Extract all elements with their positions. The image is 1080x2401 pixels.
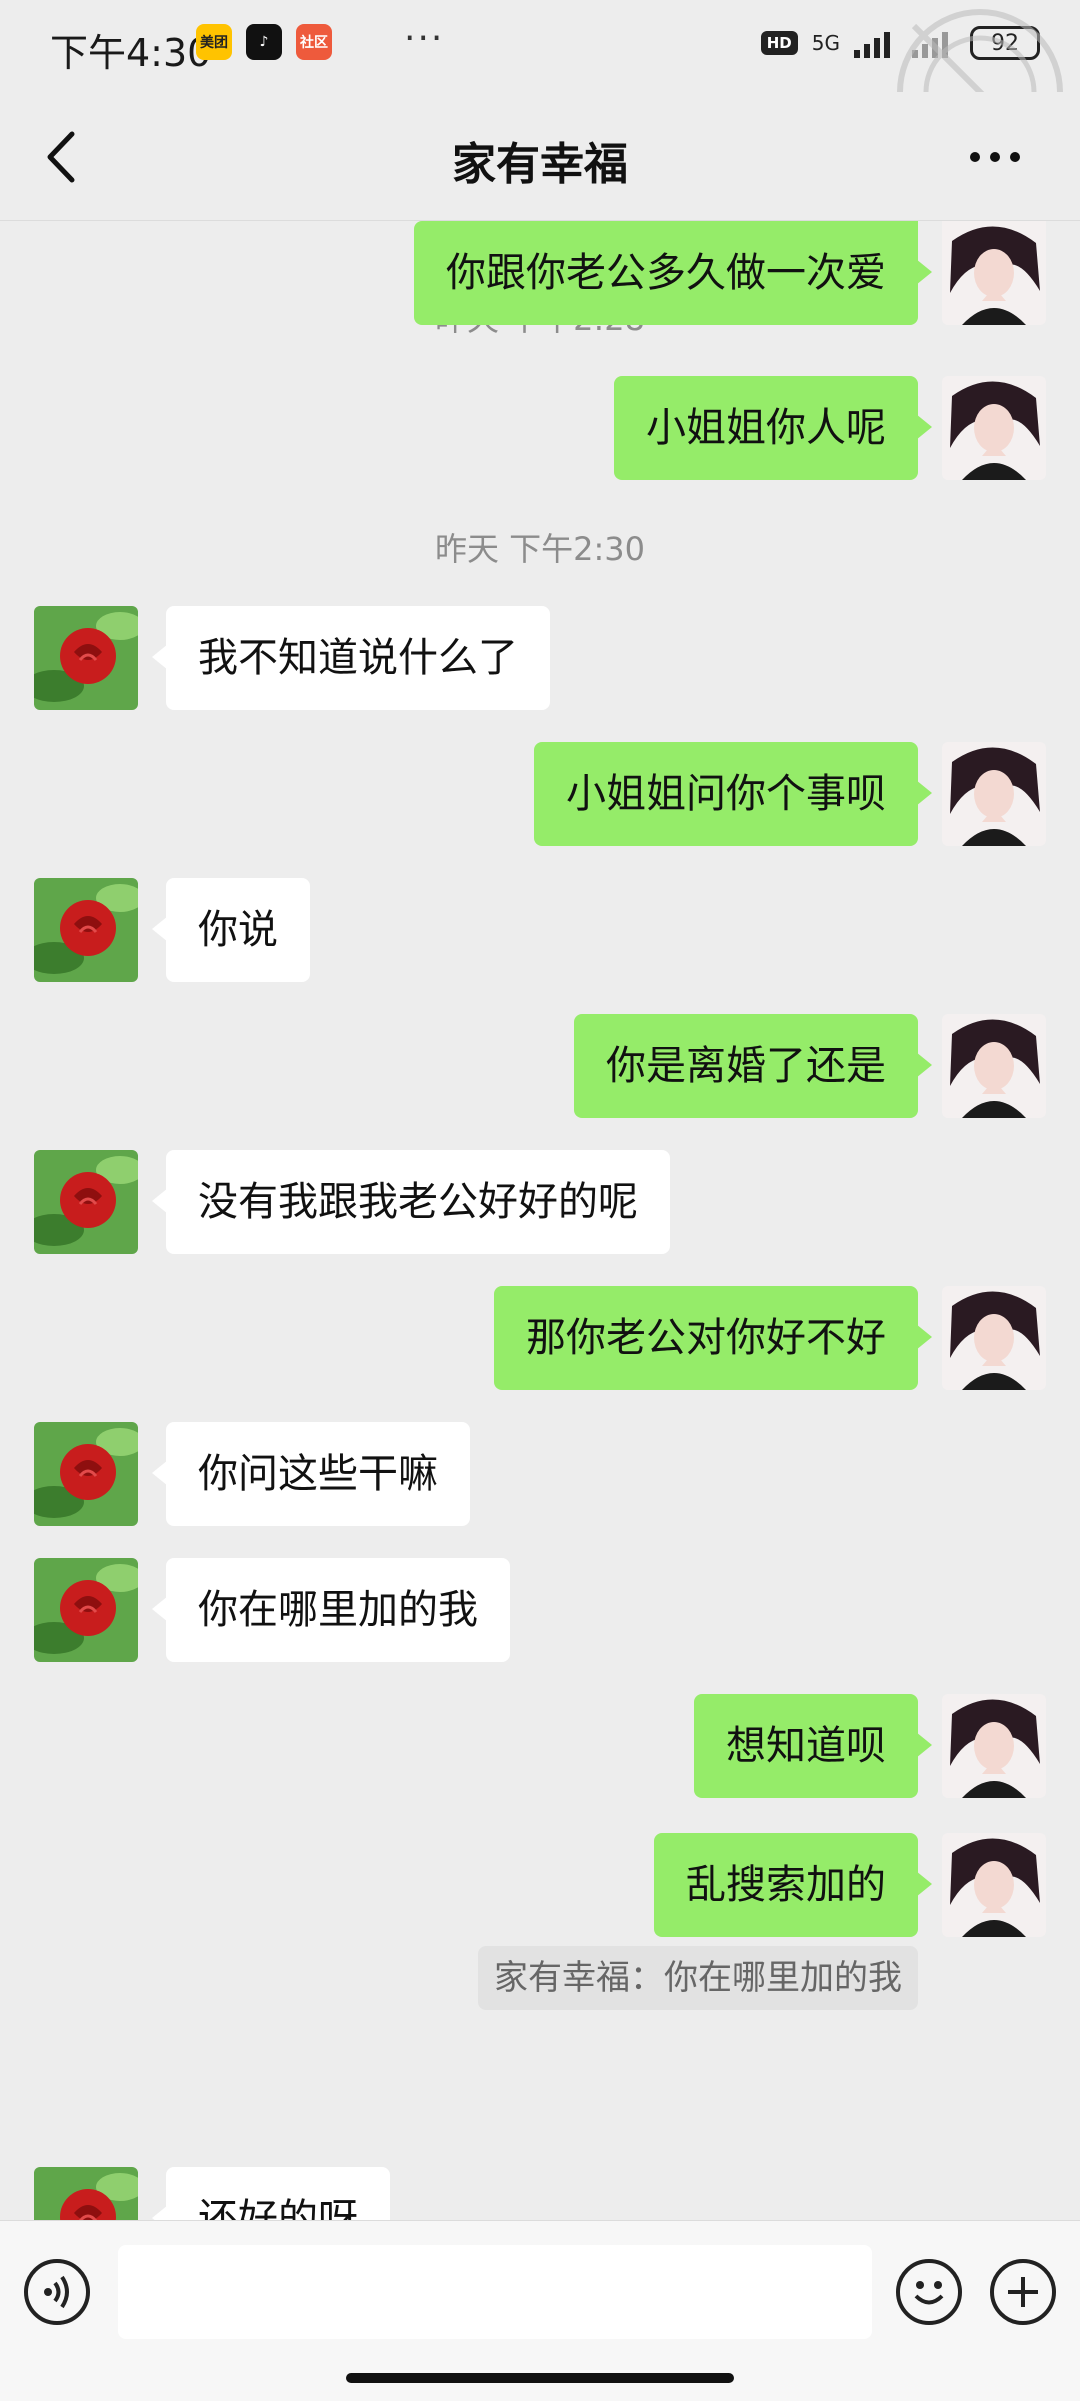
message-timestamp: 昨天 下午2:30 bbox=[434, 530, 646, 568]
quoted-message[interactable]: 家有幸福：你在哪里加的我 bbox=[478, 1946, 918, 2010]
sent-message-bubble[interactable]: 乱搜索加的 bbox=[654, 1833, 932, 1937]
my-avatar[interactable] bbox=[942, 1286, 1046, 1390]
douyin-app-icon: ♪ bbox=[246, 24, 282, 60]
sent-message-bubble[interactable]: 小姐姐你人呢 bbox=[614, 376, 932, 480]
community-app-icon: 社区 bbox=[296, 24, 332, 60]
contact-avatar[interactable] bbox=[34, 1422, 138, 1526]
sent-message-bubble[interactable]: 你跟你老公多久做一次爱 bbox=[414, 221, 932, 325]
sent-message-bubble[interactable]: 你是离婚了还是 bbox=[574, 1014, 932, 1118]
chat-area[interactable]: 昨天 下午2:28小姐姐你人呢昨天 下午2:30我不知道说什么了小姐姐问你个事呗… bbox=[0, 221, 1080, 2220]
contact-avatar[interactable] bbox=[34, 1558, 138, 1662]
my-avatar[interactable] bbox=[942, 376, 1046, 480]
contact-avatar[interactable] bbox=[34, 1150, 138, 1254]
received-message-bubble[interactable]: 我不知道说什么了 bbox=[152, 606, 550, 710]
voice-input-icon[interactable] bbox=[24, 2259, 90, 2325]
received-message-bubble[interactable]: 你说 bbox=[152, 878, 310, 982]
network-label: 5G bbox=[811, 31, 840, 55]
received-message-bubble[interactable]: 还好的呀 bbox=[152, 2167, 390, 2220]
received-message-bubble[interactable]: 你在哪里加的我 bbox=[152, 1558, 510, 1662]
contact-avatar[interactable] bbox=[34, 2167, 138, 2220]
emoji-icon[interactable] bbox=[896, 2259, 962, 2325]
more-options-icon[interactable] bbox=[950, 122, 1040, 192]
status-app-icons: 美团 ♪ 社区 bbox=[196, 24, 332, 60]
contact-avatar[interactable] bbox=[34, 606, 138, 710]
sent-message-bubble[interactable]: 小姐姐问你个事呗 bbox=[534, 742, 932, 846]
input-bar bbox=[0, 2220, 1080, 2401]
plus-icon[interactable] bbox=[990, 2259, 1056, 2325]
my-avatar[interactable] bbox=[942, 1694, 1046, 1798]
meituan-app-icon: 美团 bbox=[196, 24, 232, 60]
status-time: 下午4:30 bbox=[50, 31, 212, 75]
nav-bar: 家有幸福 bbox=[0, 92, 1080, 221]
my-avatar[interactable] bbox=[942, 742, 1046, 846]
sent-message-bubble[interactable]: 想知道呗 bbox=[694, 1694, 932, 1798]
received-message-bubble[interactable]: 没有我跟我老公好好的呢 bbox=[152, 1150, 670, 1254]
message-input[interactable] bbox=[118, 2245, 872, 2339]
received-message-bubble[interactable]: 你问这些干嘛 bbox=[152, 1422, 470, 1526]
signal-icon bbox=[854, 32, 890, 58]
status-more-icon: ··· bbox=[404, 18, 445, 59]
home-indicator bbox=[346, 2373, 734, 2383]
my-avatar[interactable] bbox=[942, 1833, 1046, 1937]
contact-avatar[interactable] bbox=[34, 878, 138, 982]
hd-badge: HD bbox=[760, 31, 798, 55]
my-avatar[interactable] bbox=[942, 1014, 1046, 1118]
sent-message-bubble[interactable]: 那你老公对你好不好 bbox=[494, 1286, 932, 1390]
my-avatar[interactable] bbox=[942, 221, 1046, 325]
chat-title: 家有幸福 bbox=[452, 139, 628, 190]
